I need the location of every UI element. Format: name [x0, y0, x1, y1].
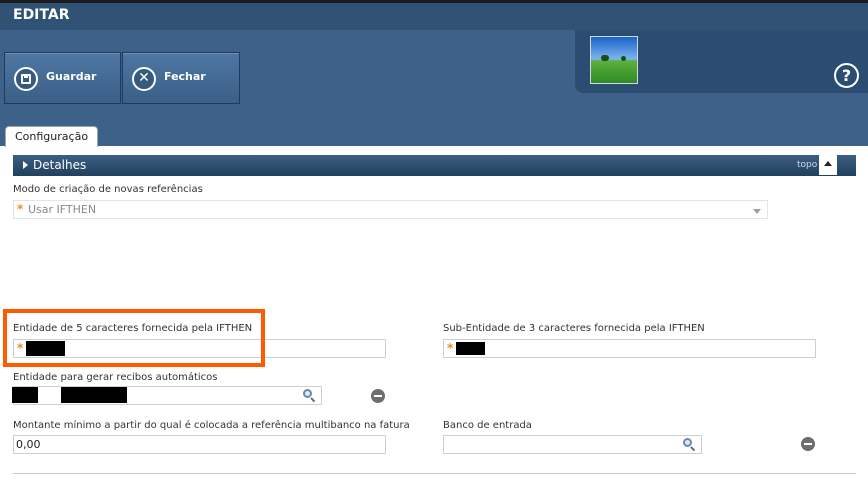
- mode-label: Modo de criação de novas referências: [13, 184, 203, 195]
- bank-lookup[interactable]: [443, 435, 702, 454]
- close-button[interactable]: ✕ Fechar: [122, 52, 240, 104]
- highlight-annotation: [3, 309, 265, 367]
- caret-right-icon: [23, 161, 28, 169]
- help-icon[interactable]: ?: [834, 63, 859, 88]
- remove-icon[interactable]: [371, 389, 385, 403]
- mode-select[interactable]: * Usar IFTHEN: [13, 200, 768, 219]
- app-window: EDITAR ? Guardar ✕ Fechar Configuração D…: [0, 0, 868, 481]
- bank-label: Banco de entrada: [443, 420, 532, 431]
- required-mark: *: [17, 202, 24, 216]
- save-icon: [14, 67, 38, 91]
- tab-configuracao[interactable]: Configuração: [5, 126, 99, 147]
- scroll-top-icon[interactable]: [819, 155, 837, 175]
- page-title: EDITAR: [13, 7, 70, 23]
- remove-icon[interactable]: [801, 437, 815, 451]
- tree-shape: [601, 55, 609, 61]
- save-button[interactable]: Guardar: [4, 52, 121, 104]
- section-header-detalhes[interactable]: Detalhes topo: [13, 155, 856, 176]
- mode-select-value: Usar IFTHEN: [28, 203, 97, 216]
- search-icon[interactable]: [303, 389, 316, 403]
- record-image[interactable]: [590, 36, 638, 84]
- subentity3-label: Sub-Entidade de 3 caracteres fornecida p…: [443, 323, 705, 334]
- required-mark: *: [447, 341, 454, 355]
- redacted-name: [61, 387, 127, 403]
- redacted-value: [456, 342, 485, 355]
- tree-shape-small: [621, 56, 626, 61]
- receipt-entity-lookup[interactable]: [12, 386, 322, 405]
- divider: [13, 473, 856, 474]
- min-amount-input[interactable]: 0,00: [13, 435, 386, 454]
- search-icon[interactable]: [683, 438, 696, 452]
- chevron-down-icon[interactable]: [753, 209, 761, 214]
- redacted-code: [12, 387, 38, 403]
- subentity3-input[interactable]: *: [443, 339, 816, 358]
- topo-link[interactable]: topo: [797, 160, 817, 170]
- save-button-label: Guardar: [46, 70, 97, 83]
- tab-strip: [0, 110, 868, 146]
- min-amount-value: 0,00: [16, 438, 41, 451]
- section-title: Detalhes: [33, 158, 87, 172]
- receipt-entity-label: Entidade para gerar recibos automáticos: [13, 372, 218, 383]
- close-button-label: Fechar: [164, 70, 206, 83]
- min-amount-label: Montante mínimo a partir do qual é coloc…: [13, 420, 410, 431]
- close-icon: ✕: [132, 67, 156, 91]
- header-bar: EDITAR: [0, 0, 868, 30]
